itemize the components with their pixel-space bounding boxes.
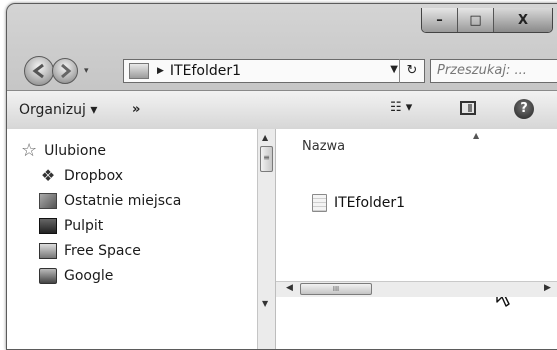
address-bar[interactable]: ▶ ITEfolder1 ▼ ↻ [123, 59, 425, 83]
nav-item-google[interactable]: Google [39, 268, 113, 284]
forward-button[interactable] [52, 58, 78, 84]
organize-menu-button[interactable]: Organizuj ▾ [19, 102, 97, 118]
command-bar: Organizuj ▾ » ☷ ▾ ? [7, 90, 557, 130]
file-list-horizontal-scrollbar[interactable]: ◀ III ▶ [276, 281, 557, 297]
scroll-left-arrow-icon[interactable]: ◀ [286, 283, 293, 293]
dropbox-icon: ❖ [40, 166, 56, 185]
free-space-icon [39, 243, 57, 259]
refresh-icon[interactable]: ↻ [399, 59, 424, 83]
back-button[interactable] [24, 56, 54, 86]
file-name: ITEfolder1 [334, 195, 406, 211]
nav-item-free-space[interactable]: Free Space [39, 243, 141, 259]
maximize-button[interactable]: □ [458, 8, 494, 32]
search-placeholder: Przeszukaj: ... [437, 63, 527, 78]
desktop-icon [39, 218, 57, 234]
address-path-segment[interactable]: ITEfolder1 [170, 63, 241, 79]
nav-item-label: Ostatnie miejsca [64, 193, 182, 209]
title-bar: – □ X ▾ ▶ ITEfolder1 ▼ ↻ Przeszukaj: ...… [7, 4, 557, 90]
scroll-down-arrow-icon[interactable]: ▼ [262, 299, 268, 308]
nav-item-label: Ulubione [44, 143, 106, 159]
sort-indicator-icon: ▲ [473, 131, 480, 140]
back-arrow-icon [32, 63, 44, 79]
help-icon[interactable]: ? [514, 99, 534, 119]
explorer-window: – □ X ▾ ▶ ITEfolder1 ▼ ↻ Przeszukaj: ...… [6, 3, 557, 350]
nav-item-label: Dropbox [64, 168, 123, 184]
forward-arrow-icon [61, 63, 72, 79]
file-list-pane: Nazwa ▲ ITEfolder1 [276, 129, 557, 349]
nav-favorites[interactable]: ☆ Ulubione [21, 142, 106, 160]
preview-pane-icon[interactable] [460, 101, 476, 115]
nav-item-dropbox[interactable]: ❖ Dropbox [39, 166, 123, 185]
scroll-right-arrow-icon[interactable]: ▶ [544, 283, 551, 293]
nav-item-label: Google [64, 268, 114, 284]
more-commands-button[interactable]: » [132, 102, 140, 117]
chevron-right-icon[interactable]: ▶ [157, 66, 164, 76]
window-caption-buttons: – □ X [421, 8, 553, 33]
search-input[interactable]: Przeszukaj: ... ⚲ [430, 59, 557, 83]
file-icon [312, 194, 327, 212]
recent-pages-dropdown[interactable]: ▾ [84, 66, 89, 76]
star-icon: ☆ [21, 140, 38, 161]
nav-item-label: Free Space [64, 243, 141, 259]
chevron-down-icon[interactable]: ▼ [390, 64, 398, 75]
file-item[interactable]: ITEfolder1 [312, 194, 405, 212]
google-icon [39, 268, 57, 284]
nav-item-desktop[interactable]: Pulpit [39, 218, 103, 234]
nav-item-label: Pulpit [64, 218, 104, 234]
minimize-button[interactable]: – [422, 8, 458, 32]
navigation-vertical-scrollbar[interactable]: ▲ ≡ ▼ [257, 129, 275, 349]
recent-places-icon [39, 193, 57, 209]
navigation-pane: ☆ Ulubione ❖ Dropbox Ostatnie miejsca Pu… [7, 129, 276, 349]
nav-item-recent-places[interactable]: Ostatnie miejsca [39, 193, 181, 209]
change-view-button[interactable]: ☷ ▾ [390, 100, 412, 115]
scroll-thumb[interactable]: ≡ [260, 146, 273, 172]
scroll-up-arrow-icon[interactable]: ▲ [262, 133, 268, 142]
column-header-name[interactable]: Nazwa [302, 139, 345, 154]
folder-icon [129, 63, 149, 79]
close-button[interactable]: X [494, 8, 552, 32]
scroll-thumb-horizontal[interactable]: III [300, 283, 372, 295]
